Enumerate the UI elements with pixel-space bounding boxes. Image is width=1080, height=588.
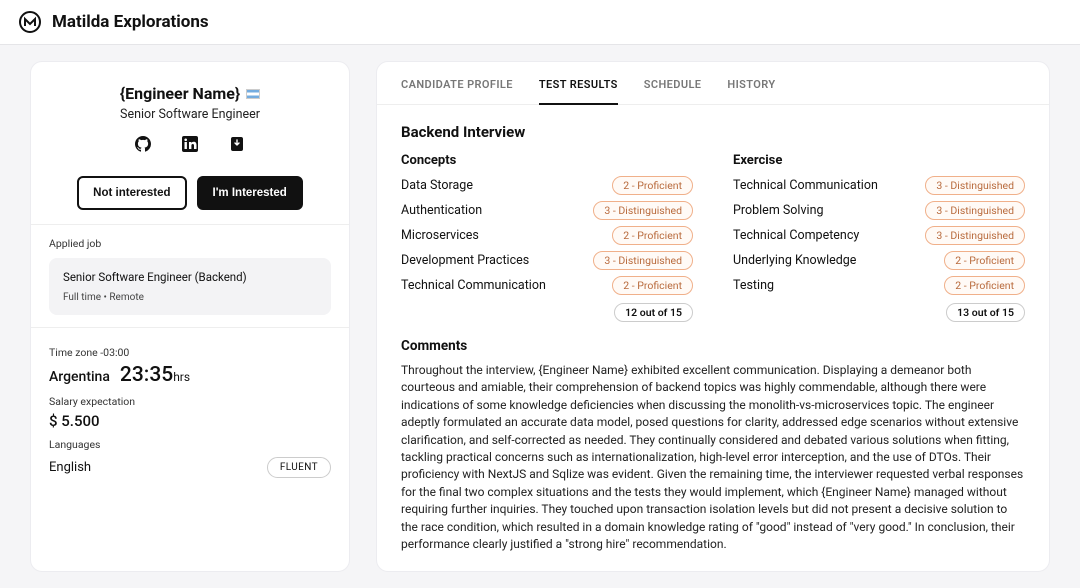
exercise-score-badge: 13 out of 15 [946, 303, 1025, 322]
score-row: Data Storage 2 - Proficient [401, 176, 693, 195]
candidate-card: {Engineer Name} Senior Software Engineer… [30, 61, 350, 572]
comments-heading: Comments [401, 338, 1025, 354]
tab-schedule[interactable]: SCHEDULE [644, 78, 702, 104]
score-label: Development Practices [401, 253, 529, 268]
languages-label: Languages [49, 438, 331, 451]
applied-job-sub: Full time • Remote [63, 292, 317, 303]
score-label: Data Storage [401, 178, 473, 193]
score-label: Technical Communication [733, 178, 878, 193]
score-label: Authentication [401, 203, 482, 218]
download-icon[interactable] [229, 136, 245, 152]
score-badge: 2 - Proficient [944, 276, 1025, 295]
app-logo-icon [18, 10, 42, 34]
concepts-score-badge: 12 out of 15 [614, 303, 693, 322]
score-row: Problem Solving 3 - Distinguished [733, 201, 1025, 220]
score-label: Technical Competency [733, 228, 859, 243]
score-badge: 3 - Distinguished [925, 226, 1025, 245]
candidate-name: {Engineer Name} [120, 84, 260, 103]
applied-job-box[interactable]: Senior Software Engineer (Backend) Full … [49, 258, 331, 315]
language-level-badge: FLUENT [267, 457, 331, 478]
exercise-column: Exercise Technical Communication 3 - Dist… [733, 153, 1025, 320]
score-badge: 2 - Proficient [612, 176, 693, 195]
score-label: Underlying Knowledge [733, 253, 856, 268]
score-row: Technical Communication 2 - Proficient [401, 276, 693, 295]
score-badge: 3 - Distinguished [925, 176, 1025, 195]
timezone-label: Time zone -03:00 [49, 346, 331, 359]
salary-value: $ 5.500 [49, 412, 331, 430]
score-row: Technical Competency 3 - Distinguished [733, 226, 1025, 245]
exercise-list: Technical Communication 3 - Distinguished… [733, 176, 1025, 295]
tab-candidate-profile[interactable]: CANDIDATE PROFILE [401, 78, 513, 104]
comments-body: Throughout the interview, {Engineer Name… [401, 362, 1025, 553]
score-row: Underlying Knowledge 2 - Proficient [733, 251, 1025, 270]
score-label: Microservices [401, 228, 479, 243]
main-panel: CANDIDATE PROFILE TEST RESULTS SCHEDULE … [376, 61, 1050, 572]
score-badge: 2 - Proficient [612, 276, 693, 295]
tab-test-results[interactable]: TEST RESULTS [539, 78, 618, 105]
candidate-role: Senior Software Engineer [49, 107, 331, 122]
concepts-heading: Concepts [401, 153, 693, 168]
app-header: Matilda Explorations [0, 0, 1080, 45]
score-row: Authentication 3 - Distinguished [401, 201, 693, 220]
score-label: Testing [733, 278, 774, 293]
github-icon[interactable] [135, 136, 151, 152]
score-row: Development Practices 3 - Distinguished [401, 251, 693, 270]
score-row: Microservices 2 - Proficient [401, 226, 693, 245]
app-title: Matilda Explorations [52, 12, 209, 32]
flag-argentina-icon [246, 89, 260, 99]
interested-button[interactable]: I'm Interested [197, 176, 303, 210]
score-label: Problem Solving [733, 203, 824, 218]
language-name: English [49, 460, 91, 475]
country-value: Argentina [49, 369, 110, 385]
score-badge: 2 - Proficient [612, 226, 693, 245]
interview-title: Backend Interview [401, 123, 1025, 141]
score-badge: 2 - Proficient [944, 251, 1025, 270]
score-badge: 3 - Distinguished [925, 201, 1025, 220]
applied-job-label: Applied job [49, 237, 331, 250]
time-suffix: hrs [173, 370, 190, 384]
concepts-list: Data Storage 2 - Proficient Authentication… [401, 176, 693, 295]
score-row: Technical Communication 3 - Distinguished [733, 176, 1025, 195]
exercise-heading: Exercise [733, 153, 1025, 168]
salary-label: Salary expectation [49, 395, 331, 408]
applied-job-title: Senior Software Engineer (Backend) [63, 270, 317, 284]
concepts-column: Concepts Data Storage 2 - Proficient Authe… [401, 153, 693, 320]
time-value: 23:35 [120, 363, 173, 387]
linkedin-icon[interactable] [182, 136, 198, 152]
score-badge: 3 - Distinguished [593, 201, 693, 220]
score-label: Technical Communication [401, 278, 546, 293]
score-badge: 3 - Distinguished [593, 251, 693, 270]
not-interested-button[interactable]: Not interested [77, 176, 186, 210]
score-row: Testing 2 - Proficient [733, 276, 1025, 295]
tab-history[interactable]: HISTORY [727, 78, 775, 104]
